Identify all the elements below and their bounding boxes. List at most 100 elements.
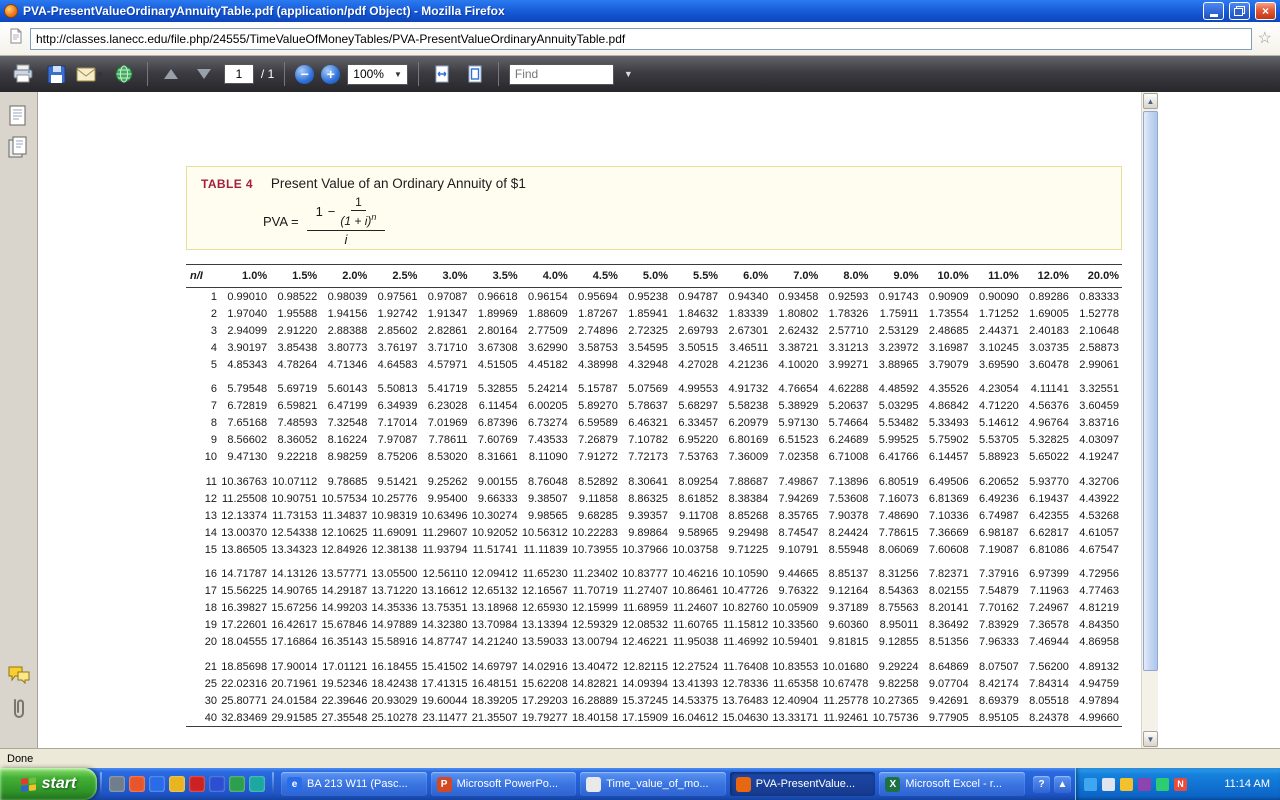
pva-value: 1.71252: [972, 305, 1022, 322]
quick-launch-app-icon[interactable]: [209, 776, 225, 792]
formula-inner-denominator: (1 + i)n: [340, 211, 376, 228]
restore-button[interactable]: [1229, 2, 1250, 20]
zoom-in-button[interactable]: +: [321, 65, 340, 84]
quick-launch-app-icon[interactable]: [229, 776, 245, 792]
minimize-button[interactable]: [1203, 2, 1224, 20]
pva-value: 6.49506: [922, 466, 972, 491]
pva-value: 9.29498: [721, 524, 771, 541]
pva-value: 9.95400: [420, 490, 470, 507]
find-input[interactable]: [509, 64, 614, 85]
pva-value: 0.93458: [771, 288, 821, 306]
start-button[interactable]: start: [0, 768, 97, 800]
collaborate-button[interactable]: [111, 61, 137, 87]
pva-value: 0.98522: [270, 288, 320, 306]
pva-value: 7.36009: [721, 449, 771, 466]
tray-icon[interactable]: [1102, 778, 1115, 791]
bookmarks-panel-button[interactable]: [7, 136, 29, 165]
email-dropdown-caret-icon: ▼: [96, 70, 104, 79]
pva-value: 7.36578: [1022, 617, 1072, 634]
taskbar-task-button[interactable]: XMicrosoft Excel - r...: [879, 772, 1025, 796]
toolbar-separator: [498, 62, 499, 86]
email-button[interactable]: ▼: [76, 61, 104, 87]
pva-value: 9.42691: [922, 692, 972, 709]
find-dropdown-caret-icon[interactable]: ▼: [621, 69, 636, 79]
next-page-button[interactable]: [191, 61, 217, 87]
tray-icon[interactable]: [1120, 778, 1133, 791]
pva-value: 7.97087: [370, 432, 420, 449]
taskbar-task-button[interactable]: PVA-PresentValue...: [730, 772, 876, 796]
pva-value: 6.72819: [220, 398, 270, 415]
fit-width-button[interactable]: [429, 61, 455, 87]
zoom-level-select[interactable]: 100% ▼: [347, 64, 408, 85]
pva-value: 6.49236: [972, 490, 1022, 507]
pva-value: 22.02316: [220, 675, 270, 692]
pva-value: 4.51505: [471, 356, 521, 373]
pva-value: 16.35143: [320, 634, 370, 651]
pva-value: 4.72956: [1072, 558, 1122, 583]
pva-value: 9.39357: [621, 507, 671, 524]
tray-icon[interactable]: [1138, 778, 1151, 791]
zoom-out-button[interactable]: −: [295, 65, 314, 84]
url-input[interactable]: [30, 28, 1252, 50]
scroll-up-button[interactable]: ▲: [1143, 93, 1158, 109]
pva-value: 9.82258: [871, 675, 921, 692]
scroll-down-button[interactable]: ▼: [1143, 731, 1158, 747]
pva-value: 13.75351: [420, 600, 470, 617]
vertical-scrollbar[interactable]: ▲ ▼: [1141, 92, 1158, 748]
task-label: Microsoft Excel - r...: [905, 778, 1002, 790]
pva-value: 3.23972: [871, 339, 921, 356]
pva-value: 15.67256: [270, 600, 320, 617]
tray-icon[interactable]: N: [1174, 778, 1187, 791]
pva-value: 17.01121: [320, 651, 370, 676]
pva-value: 1.95588: [270, 305, 320, 322]
comments-panel-button[interactable]: [7, 665, 31, 690]
table-row: 43.901973.854383.807733.761973.717103.67…: [186, 339, 1122, 356]
bookmark-star-icon[interactable]: ☆: [1258, 31, 1272, 47]
print-button[interactable]: [10, 61, 36, 87]
close-button[interactable]: ×: [1255, 2, 1276, 20]
rate-header: 1.0%: [220, 265, 270, 288]
taskbar-task-button[interactable]: Time_value_of_mo...: [580, 772, 726, 796]
pva-value: 4.35526: [922, 373, 972, 398]
quick-launch-app-icon[interactable]: [249, 776, 265, 792]
taskbar-task-button[interactable]: eBA 213 W11 (Pasc...: [281, 772, 427, 796]
pva-value: 6.19437: [1022, 490, 1072, 507]
pva-value: 8.36492: [922, 617, 972, 634]
page-number-input[interactable]: [224, 64, 254, 84]
pva-value: 2.99061: [1072, 356, 1122, 373]
pva-value: 14.09394: [621, 675, 671, 692]
pva-value: 2.82861: [420, 322, 470, 339]
quick-launch-app-icon[interactable]: [189, 776, 205, 792]
quick-launch-app-icon[interactable]: [129, 776, 145, 792]
scrollbar-thumb[interactable]: [1143, 111, 1158, 671]
table-title: Present Value of an Ordinary Annuity of …: [271, 176, 526, 191]
paperclip-icon: [7, 697, 29, 721]
taskbar-task-button[interactable]: PMicrosoft PowerPo...: [431, 772, 577, 796]
help-button[interactable]: ?: [1033, 776, 1050, 793]
pva-value: 13.05500: [370, 558, 420, 583]
pva-value: 23.11477: [420, 709, 470, 727]
pva-value: 8.85137: [821, 558, 871, 583]
show-hidden-icons-button[interactable]: ▲: [1054, 776, 1071, 793]
quick-launch-app-icon[interactable]: [169, 776, 185, 792]
row-period: 9: [186, 432, 220, 449]
pva-value: 13.59033: [521, 634, 571, 651]
pva-value: 4.64583: [370, 356, 420, 373]
pva-value: 10.83777: [621, 558, 671, 583]
fit-page-button[interactable]: [462, 61, 488, 87]
save-button[interactable]: [43, 61, 69, 87]
quick-launch-app-icon[interactable]: [149, 776, 165, 792]
previous-page-button[interactable]: [158, 61, 184, 87]
pva-value: 7.65168: [220, 415, 270, 432]
tray-icon[interactable]: [1156, 778, 1169, 791]
quick-launch-app-icon[interactable]: [109, 776, 125, 792]
attachments-panel-button[interactable]: [7, 697, 29, 726]
pva-value: 5.20637: [821, 398, 871, 415]
pva-value: 5.97130: [771, 415, 821, 432]
pva-value: 2.48685: [922, 322, 972, 339]
tray-icon[interactable]: [1084, 778, 1097, 791]
pva-value: 9.68285: [571, 507, 621, 524]
pva-value: 6.20652: [972, 466, 1022, 491]
pva-value: 12.40904: [771, 692, 821, 709]
pages-panel-button[interactable]: [7, 104, 29, 133]
